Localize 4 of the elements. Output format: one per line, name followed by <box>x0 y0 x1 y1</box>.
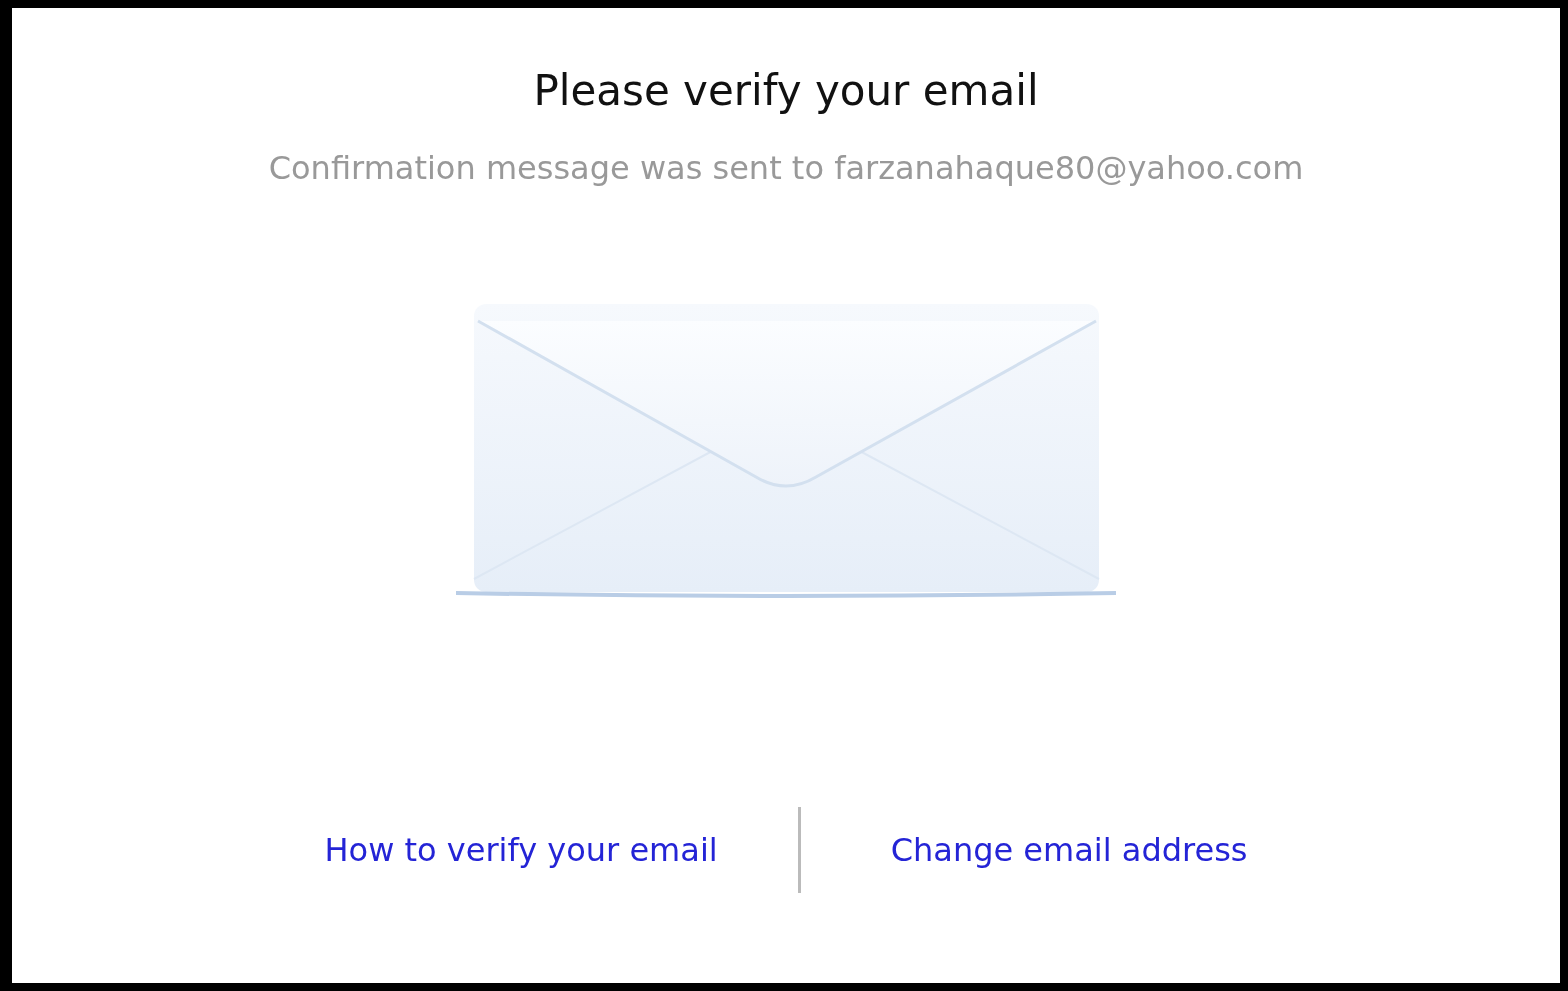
dialog-title: Please verify your email <box>533 66 1039 115</box>
verify-help-link[interactable]: How to verify your email <box>324 831 718 869</box>
change-email-link[interactable]: Change email address <box>890 831 1248 869</box>
confirmation-message: Confirmation message was sent to farzanahaque80@yahoo.com <box>268 149 1304 187</box>
